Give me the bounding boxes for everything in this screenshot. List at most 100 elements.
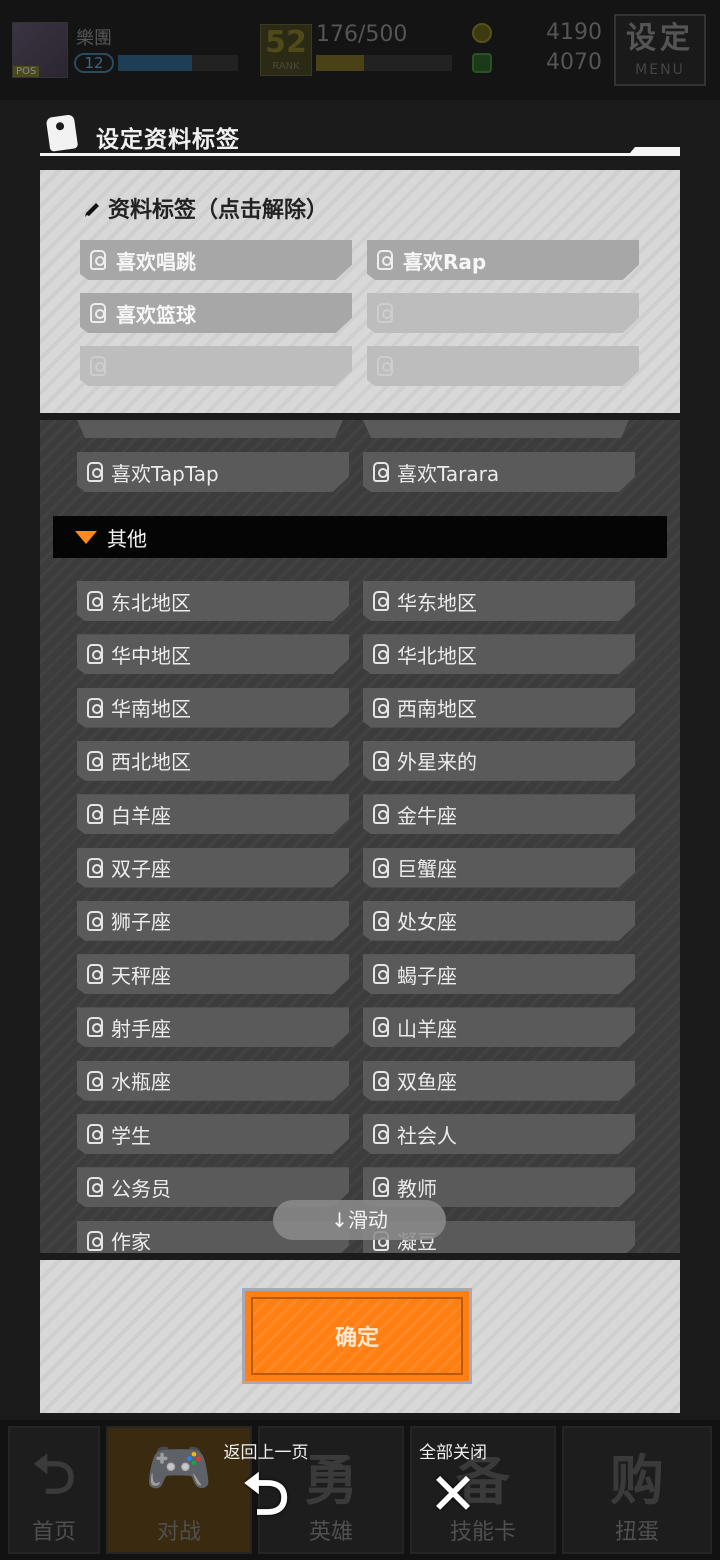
exp-progress-bar: [316, 55, 452, 71]
tag-icon: [373, 857, 389, 878]
list-tag-option[interactable]: 华中地区: [77, 634, 349, 675]
list-tag-label: 天秤座: [111, 963, 171, 988]
selected-tag-label: 喜欢唱跳: [116, 249, 196, 274]
tag-icon: [373, 697, 389, 718]
gold-coin-icon: [472, 23, 492, 43]
list-tag-label: 水瓶座: [111, 1070, 171, 1095]
list-tag-label: 社会人: [397, 1123, 457, 1148]
empty-tag-slot: [367, 293, 639, 333]
tag-icon: [87, 1230, 103, 1251]
confirm-panel: 确定: [40, 1260, 680, 1413]
list-tag-option[interactable]: 山羊座: [363, 1007, 635, 1048]
list-tag-label: 白羊座: [111, 803, 171, 828]
list-tag-option[interactable]: 学生: [77, 1114, 349, 1154]
player-name: 樂團: [76, 28, 112, 49]
list-tag-option[interactable]: 喜欢TapTap: [77, 452, 349, 492]
menu-button[interactable]: 设定 MENU: [614, 14, 706, 86]
list-tag-label: 西北地区: [111, 750, 191, 775]
menu-button-label: 设定: [626, 21, 694, 56]
tag-icon: [90, 356, 106, 376]
tag-list-scroll-area[interactable]: 喜欢TapTap 喜欢Tarara 其他 东北地区 华东地区华中地区 华北地区华南地…: [40, 420, 680, 1253]
list-tag-label: 处女座: [397, 910, 457, 935]
list-tag-label: 山羊座: [397, 1016, 457, 1041]
list-tag-option[interactable]: 东北地区: [77, 581, 349, 621]
selected-tag-slot[interactable]: 喜欢篮球: [80, 293, 352, 333]
collapse-triangle-icon: [75, 531, 97, 544]
list-tag-label: 华东地区: [397, 590, 477, 615]
list-tag-option[interactable]: 华东地区: [363, 581, 635, 621]
selected-tag-label: 喜欢篮球: [116, 302, 196, 327]
list-tag-label: 华中地区: [111, 643, 191, 668]
tag-icon: [373, 462, 389, 482]
tag-icon: [87, 804, 103, 825]
list-tag-label: 蝎子座: [397, 963, 457, 988]
confirm-button[interactable]: 确定: [242, 1288, 472, 1384]
exp-counter: 176/500: [316, 22, 408, 47]
empty-tag-slot: [80, 346, 352, 386]
list-tag-label: 双子座: [111, 857, 171, 881]
close-all-button[interactable]: 全部关闭 ✕: [398, 1438, 508, 1525]
list-tag-option[interactable]: 射手座: [77, 1007, 349, 1048]
list-tag-label: 喜欢TapTap: [111, 461, 219, 486]
tag-icon: [87, 462, 103, 482]
tag-icon: [373, 910, 389, 931]
green-gem-count: 4070: [546, 50, 602, 75]
list-tag-option[interactable]: 处女座: [363, 900, 635, 941]
list-tag-label: 公务员: [111, 1176, 171, 1201]
list-tag-option[interactable]: 社会人: [363, 1114, 635, 1154]
list-tag-option[interactable]: 喜欢Tarara: [363, 452, 635, 492]
list-tag-option[interactable]: 巨蟹座: [363, 847, 635, 888]
nav-item-home[interactable]: ⮌ 首页: [8, 1426, 100, 1554]
list-tag-label: 西南地区: [397, 697, 477, 722]
tag-icon: [87, 1070, 103, 1091]
gold-coin-count: 4190: [546, 20, 602, 45]
tag-icon: [45, 114, 79, 152]
section-header-other[interactable]: 其他: [53, 516, 667, 558]
return-arrow-icon: ⮌: [242, 1460, 290, 1528]
list-tag-option[interactable]: 白羊座: [77, 794, 349, 835]
list-tag-option[interactable]: 华北地区: [363, 634, 635, 675]
list-tag-option[interactable]: 蝎子座: [363, 954, 635, 995]
list-tag-option[interactable]: 外星来的: [363, 740, 635, 781]
tag-icon: [373, 1124, 389, 1144]
list-tag-label: 教师: [397, 1176, 437, 1201]
list-tag-label: 作家: [111, 1230, 151, 1253]
list-tag-partial: [77, 420, 343, 438]
level-progress-bar: [118, 55, 238, 71]
list-tag-option[interactable]: 狮子座: [77, 900, 349, 941]
list-tag-option[interactable]: 西南地区: [363, 687, 635, 728]
tag-icon: [87, 750, 103, 771]
nav-item-gacha[interactable]: 购 扭蛋: [562, 1426, 712, 1554]
rank-badge: 52 RANK: [260, 24, 312, 76]
tag-icon: [373, 644, 389, 665]
shop-glyph-icon: 购: [610, 1449, 664, 1512]
tag-icon: [87, 1124, 103, 1144]
list-tag-label: 华南地区: [111, 697, 191, 722]
selected-tag-slot[interactable]: 喜欢唱跳: [80, 240, 352, 280]
player-avatar[interactable]: POS: [12, 22, 68, 78]
dialog-header: 设定资料标签: [40, 110, 680, 158]
list-tag-label: 射手座: [111, 1016, 171, 1041]
player-level-badge: 12: [74, 53, 114, 73]
list-tag-option[interactable]: 天秤座: [77, 954, 349, 995]
section-header-label: 其他: [107, 526, 147, 551]
title-underline: [40, 153, 680, 156]
tag-icon: [373, 750, 389, 771]
avatar-badge: POS: [13, 66, 40, 77]
list-tag-label: 金牛座: [397, 803, 457, 828]
back-button[interactable]: 返回上一页 ⮌: [206, 1438, 326, 1525]
nav-item-label: 首页: [31, 1520, 76, 1545]
list-tag-label: 喜欢Tarara: [397, 461, 500, 486]
list-tag-option[interactable]: 双鱼座: [363, 1060, 635, 1101]
list-tag-option[interactable]: 水瓶座: [77, 1060, 349, 1101]
bottom-nav: ⮌ 首页 🎮 对战 勇 英雄 备 技能卡 购 扭蛋: [0, 1420, 720, 1560]
list-tag-option[interactable]: 金牛座: [363, 794, 635, 835]
tag-icon: [373, 804, 389, 825]
list-tag-option[interactable]: 双子座: [77, 847, 349, 888]
list-tag-option[interactable]: 华南地区: [77, 687, 349, 728]
exp-progress-fill: [316, 55, 364, 71]
list-tag-option[interactable]: 西北地区: [77, 740, 349, 781]
selected-tag-slot[interactable]: 喜欢Rap: [367, 240, 639, 280]
selected-tag-label: 喜欢Rap: [403, 249, 487, 274]
rank-label: RANK: [272, 61, 300, 72]
